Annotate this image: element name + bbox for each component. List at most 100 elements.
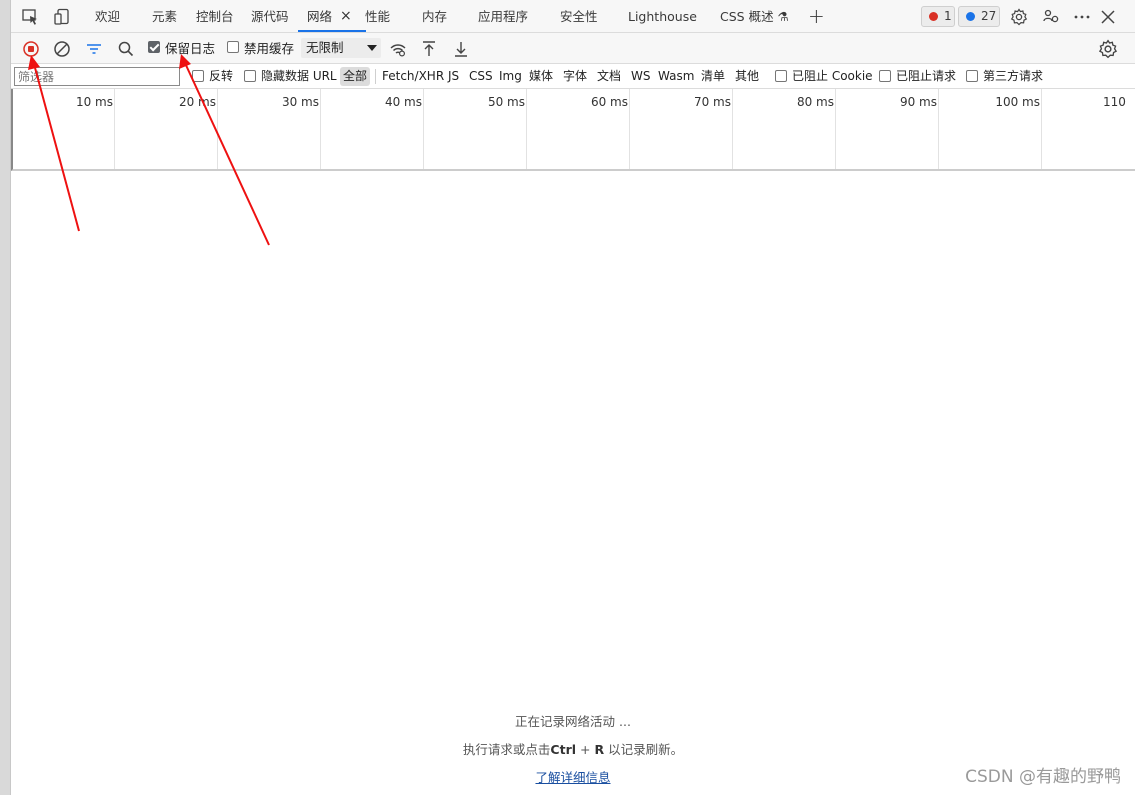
hint-key-r: R <box>594 742 605 757</box>
hint-suffix: 以记录刷新。 <box>604 742 684 757</box>
tab-network[interactable]: 网络 <box>307 0 332 33</box>
type-filter-css[interactable]: CSS <box>469 67 493 86</box>
tab-console[interactable]: 控制台 <box>196 0 234 33</box>
timeline-tick-label: 110 <box>1103 95 1126 109</box>
preserve-log-checkbox[interactable] <box>148 41 160 53</box>
active-tab-indicator <box>298 30 366 32</box>
tab-lighthouse[interactable]: Lighthouse <box>628 0 697 33</box>
type-filter-img[interactable]: Img <box>499 67 522 86</box>
hint-key-ctrl: Ctrl <box>550 742 577 757</box>
record-stop-icon[interactable] <box>21 39 41 59</box>
divider <box>375 69 376 84</box>
device-toolbar-icon[interactable] <box>53 8 71 26</box>
timeline-tick-label: 20 ms <box>178 95 216 109</box>
hide-data-urls-checkbox[interactable] <box>244 70 256 82</box>
tab-security[interactable]: 安全性 <box>560 0 598 33</box>
timeline-tick-label: 70 ms <box>693 95 731 109</box>
tab-application[interactable]: 应用程序 <box>478 0 528 33</box>
timeline-tick-label: 90 ms <box>899 95 937 109</box>
blocked-cookies-label: 已阻止 Cookie <box>792 69 873 83</box>
network-toolbar: 保留日志 禁用缓存 无限制 <box>11 33 1135 64</box>
type-filter-font[interactable]: 字体 <box>563 67 587 86</box>
more-options-icon[interactable] <box>1073 8 1091 26</box>
blocked-requests-label: 已阻止请求 <box>896 69 957 83</box>
type-filter-js[interactable]: JS <box>448 67 459 86</box>
messages-badge[interactable]: 27 <box>958 6 1000 27</box>
blocked-requests-checkbox[interactable] <box>879 70 891 82</box>
third-party-label: 第三方请求 <box>983 69 1044 83</box>
message-icon <box>966 12 975 21</box>
invert-checkbox[interactable] <box>192 70 204 82</box>
timeline-gridline <box>629 89 630 169</box>
devtools-tab-bar: 欢迎 元素 控制台 源代码 网络 × 性能 内存 应用程序 安全性 Lighth… <box>11 0 1135 33</box>
timeline-tick-label: 100 ms <box>995 95 1040 109</box>
timeline-gridline <box>320 89 321 169</box>
network-conditions-icon[interactable] <box>388 39 408 59</box>
timeline-tick-label: 50 ms <box>487 95 525 109</box>
import-har-icon[interactable] <box>419 39 439 59</box>
timeline-gridline <box>938 89 939 169</box>
add-tab-button[interactable]: + <box>808 0 825 33</box>
disable-cache-label: 禁用缓存 <box>244 41 295 56</box>
tab-elements[interactable]: 元素 <box>152 0 177 33</box>
type-filter-wasm[interactable]: Wasm <box>658 67 694 86</box>
throttling-select[interactable]: 无限制 <box>301 38 381 58</box>
filter-icon[interactable] <box>84 39 104 59</box>
request-list-empty: 正在记录网络活动 ... 执行请求或点击Ctrl + R 以记录刷新。 了解详细… <box>11 171 1135 795</box>
timeline-gridline <box>526 89 527 169</box>
third-party-checkbox[interactable] <box>966 70 978 82</box>
preserve-log-label: 保留日志 <box>165 41 216 56</box>
timeline-gridline <box>1041 89 1042 169</box>
type-filter-manifest[interactable]: 清单 <box>701 67 725 86</box>
tab-sources[interactable]: 源代码 <box>251 0 289 33</box>
error-icon <box>929 12 938 21</box>
settings-gear-icon[interactable] <box>1010 8 1028 26</box>
type-filter-all[interactable]: 全部 <box>340 67 371 86</box>
tab-performance[interactable]: 性能 <box>365 0 390 33</box>
timeline-tick-label: 40 ms <box>384 95 422 109</box>
hint-plus: + <box>576 742 595 757</box>
hint-prefix: 执行请求或点击 <box>462 742 551 757</box>
timeline-tick-label: 10 ms <box>75 95 113 109</box>
tab-css-overview[interactable]: CSS 概述 ⚗ <box>720 0 789 33</box>
type-filter-media[interactable]: 媒体 <box>529 67 553 86</box>
left-window-edge <box>0 0 11 795</box>
chevron-down-icon <box>367 45 377 51</box>
reload-hint: 执行请求或点击Ctrl + R 以记录刷新。 <box>11 739 1135 758</box>
tab-welcome[interactable]: 欢迎 <box>95 0 120 33</box>
clear-icon[interactable] <box>52 39 72 59</box>
export-har-icon[interactable] <box>451 39 471 59</box>
timeline-tick-label: 80 ms <box>796 95 834 109</box>
filter-input[interactable] <box>14 67 180 86</box>
errors-badge[interactable]: 1 <box>921 6 955 27</box>
type-filter-fetch-xhr[interactable]: Fetch/XHR <box>382 67 444 86</box>
timeline-overview[interactable]: 10 ms 20 ms 30 ms 40 ms 50 ms 60 ms 70 m… <box>11 89 1135 171</box>
tab-memory[interactable]: 内存 <box>422 0 447 33</box>
timeline-gridline <box>114 89 115 169</box>
disable-cache-checkbox[interactable] <box>227 41 239 53</box>
network-settings-gear-icon[interactable] <box>1098 39 1118 59</box>
filter-bar: 反转 隐藏数据 URL 全部 Fetch/XHR JS CSS Img 媒体 字… <box>11 64 1135 89</box>
inspect-element-icon[interactable] <box>21 8 39 26</box>
close-devtools-icon[interactable] <box>1099 8 1117 26</box>
timeline-tick-label: 60 ms <box>590 95 628 109</box>
type-filter-ws[interactable]: WS <box>631 67 650 86</box>
type-filter-other[interactable]: 其他 <box>735 67 759 86</box>
timeline-gridline <box>835 89 836 169</box>
timeline-tick-label: 30 ms <box>281 95 319 109</box>
timeline-gridline <box>423 89 424 169</box>
invert-label: 反转 <box>209 69 234 83</box>
blocked-cookies-checkbox[interactable] <box>775 70 787 82</box>
search-icon[interactable] <box>116 39 136 59</box>
watermark: CSDN @有趣的野鸭 <box>965 767 1121 787</box>
type-filter-doc[interactable]: 文档 <box>597 67 621 86</box>
timeline-gridline <box>217 89 218 169</box>
errors-count: 1 <box>944 9 952 23</box>
hide-data-urls-label: 隐藏数据 URL <box>261 69 337 83</box>
recording-message: 正在记录网络活动 ... <box>515 714 631 729</box>
customize-devtools-icon[interactable] <box>1042 8 1060 26</box>
throttling-value: 无限制 <box>306 40 344 55</box>
messages-count: 27 <box>981 9 997 23</box>
timeline-gridline <box>732 89 733 169</box>
tab-network-close-icon[interactable]: × <box>340 0 352 33</box>
